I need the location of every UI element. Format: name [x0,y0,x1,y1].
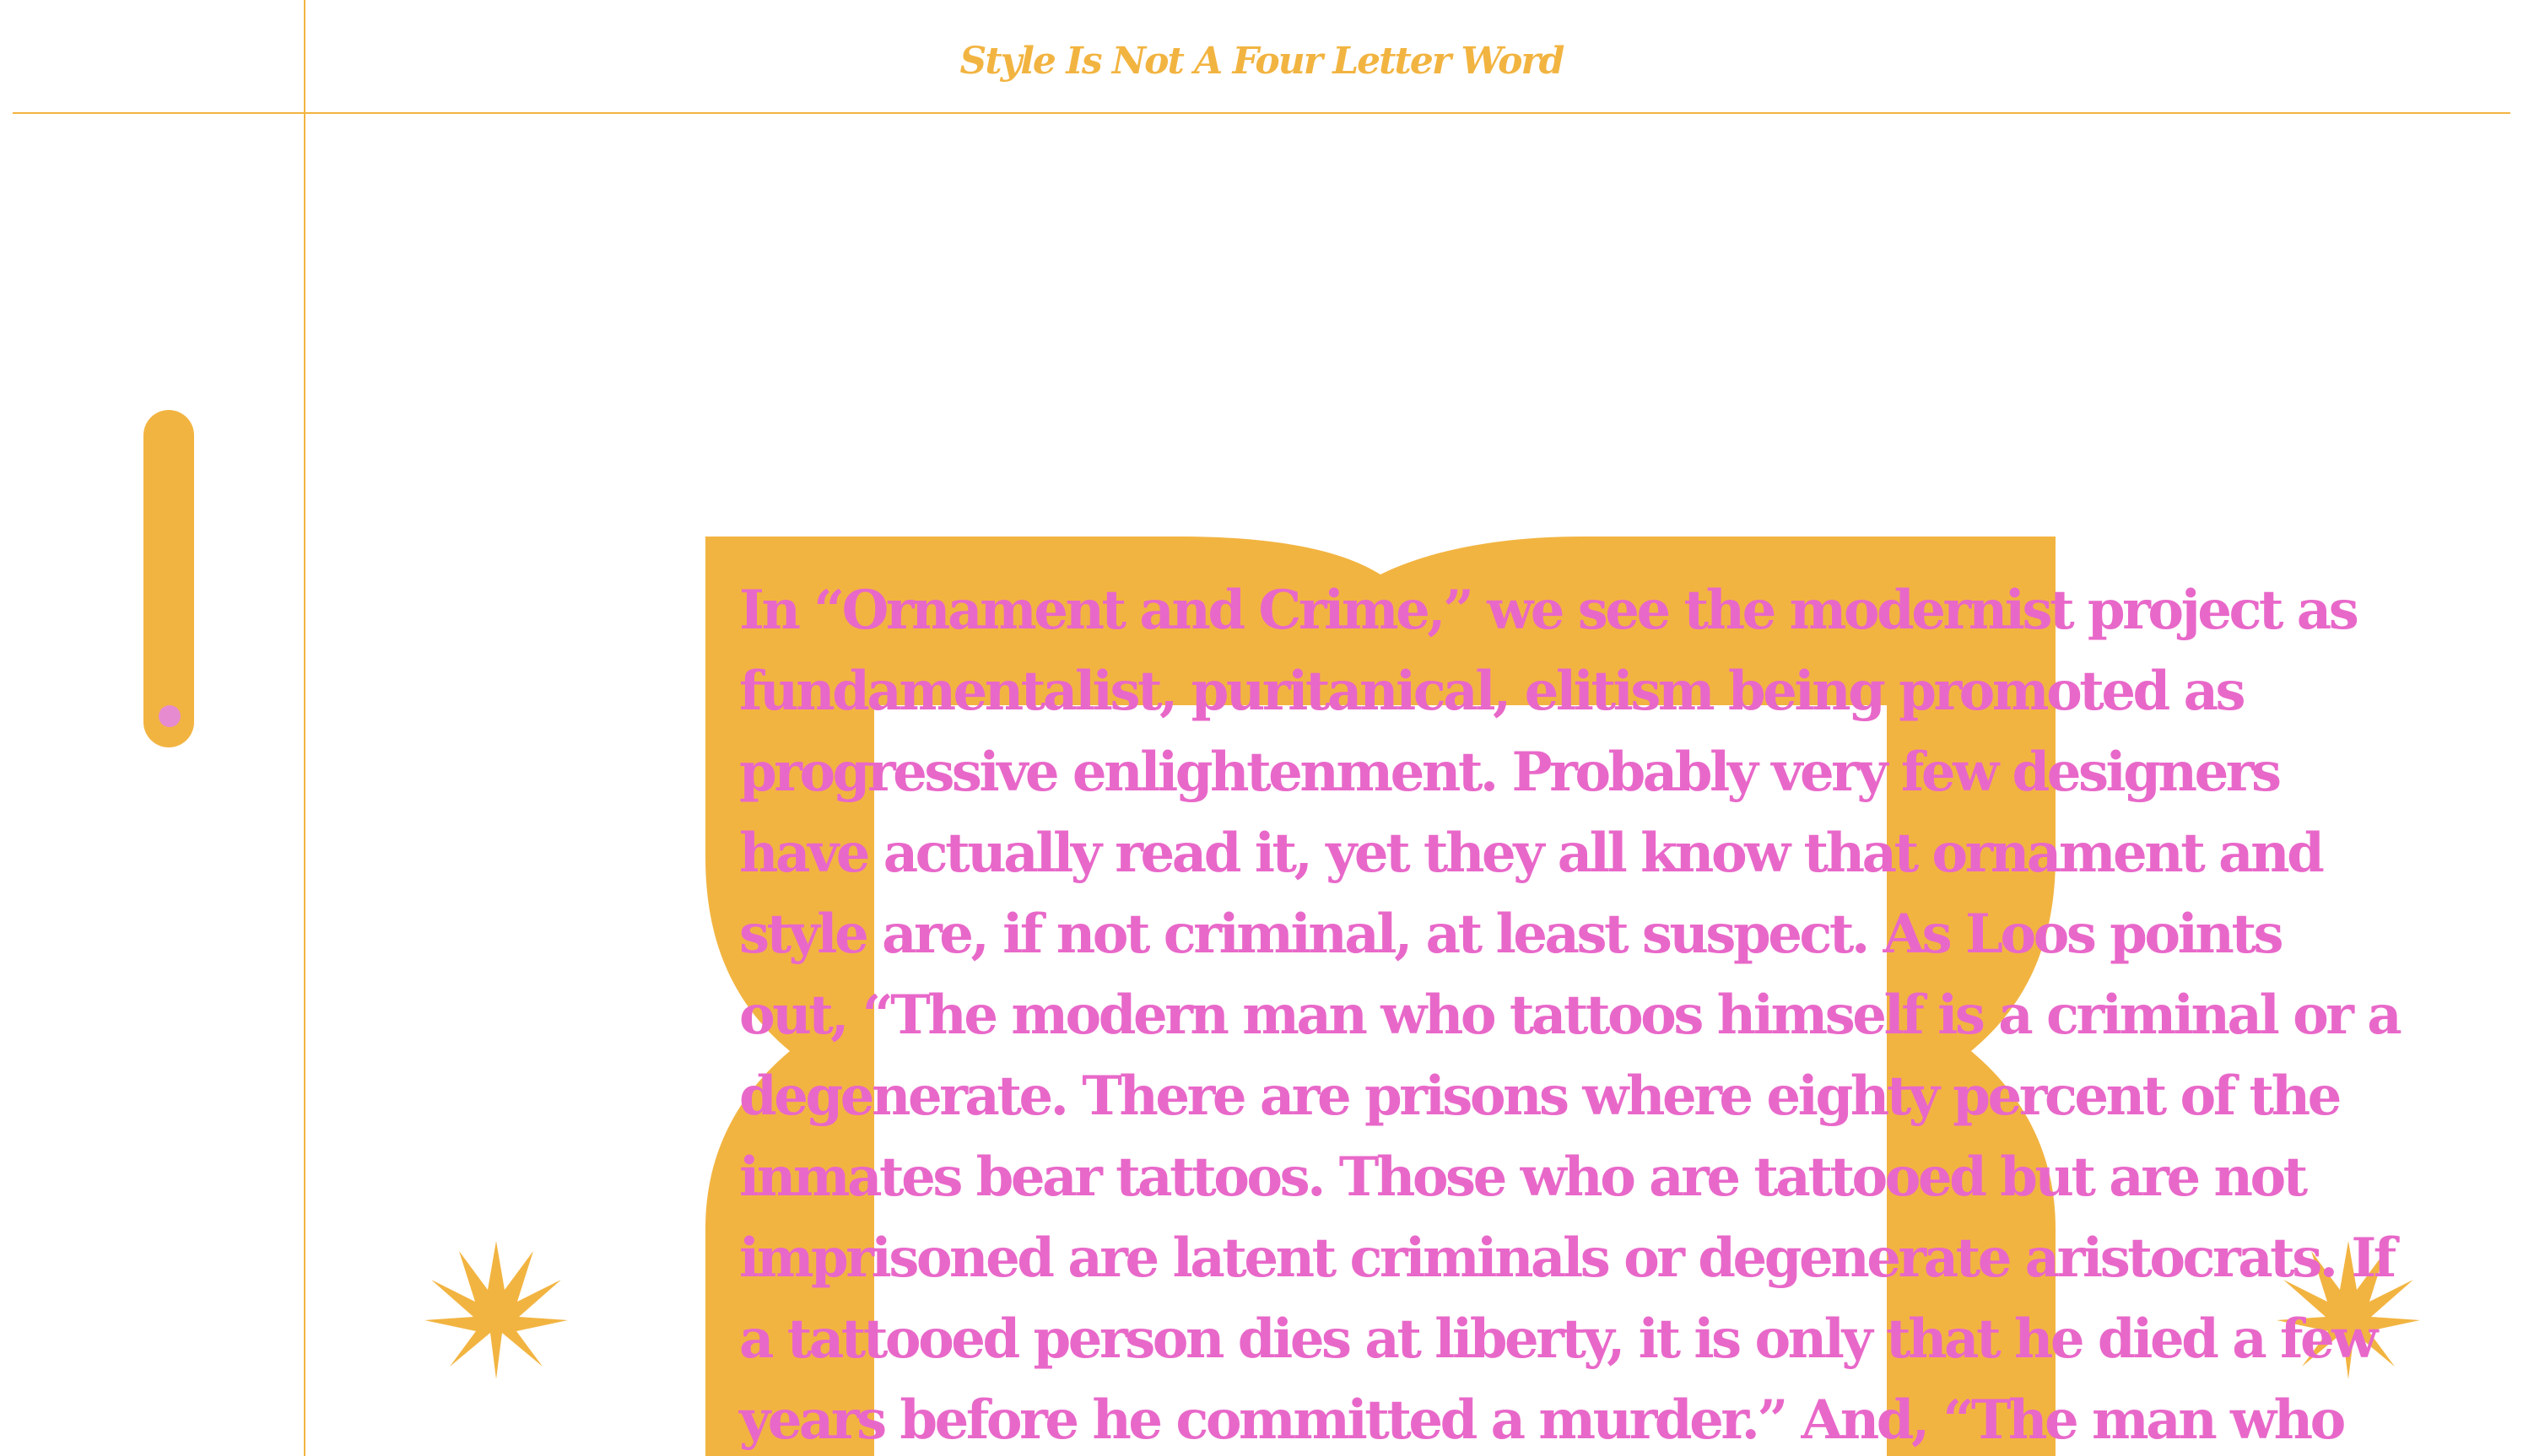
essay-line: In “Ornament and Crime,” we see the mode… [739,579,2359,642]
essay-line: progressive enlightenment. Probably very… [739,741,2282,804]
essay-line: inmates bear tattoos. Those who are tatt… [739,1146,2308,1209]
essay-line: fundamentalist, puritanical, elitism bei… [739,660,2246,723]
essay-line: out, “The modern man who tattoos himself… [739,984,2402,1047]
essay-line: style are, if not criminal, at least sus… [739,903,2284,966]
essay-line: degenerate. There are prisons where eigh… [739,1065,2342,1128]
sidebar-divider [304,0,305,1456]
sparkle-star-icon [424,1241,568,1379]
essay-line: years before he committed a murder.” And… [739,1389,2346,1452]
essay-line: imprisoned are latent criminals or degen… [739,1227,2396,1290]
site-title[interactable]: Style Is Not A Four Letter Word [0,32,2523,91]
essay-text: In “Ornament and Crime,” we see the mode… [739,570,2402,1456]
scroll-progress-track[interactable] [143,410,194,747]
essay-line: a tattooed person dies at liberty, it is… [739,1308,2378,1371]
essay-line: have actually read it, yet they all know… [739,822,2325,885]
header-divider [13,112,2510,114]
scroll-progress-thumb[interactable] [159,705,181,727]
